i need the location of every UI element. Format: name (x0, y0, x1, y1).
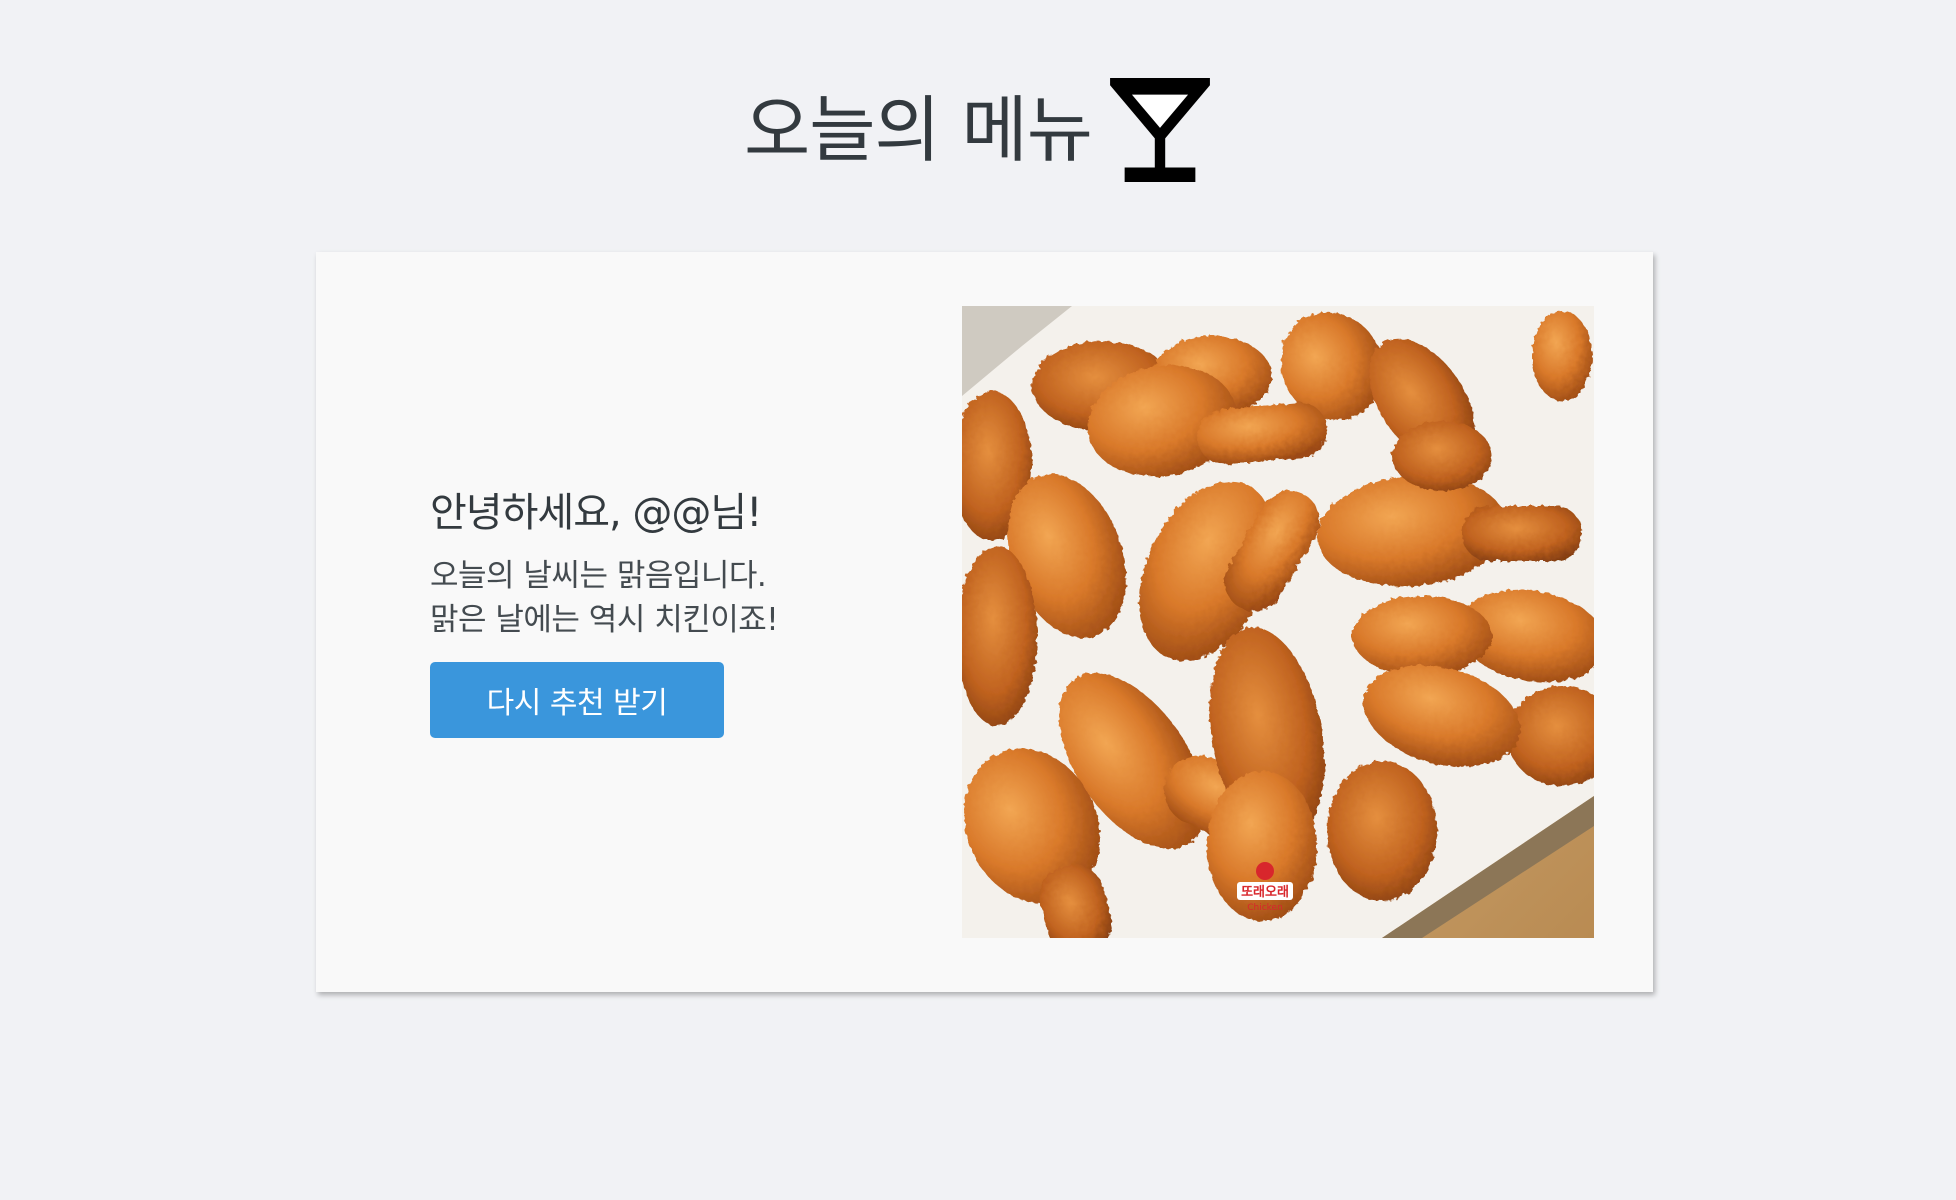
logo-subtext: Chicken (1247, 903, 1283, 913)
page-title: 오늘의 메뉴 (743, 88, 1093, 172)
recommendation-message: 맑은 날에는 역시 치킨이죠! (430, 602, 779, 638)
cocktail-glass-icon (1108, 78, 1212, 182)
greeting: 안녕하세요, @@님! (430, 490, 762, 536)
retry-recommendation-button[interactable]: 다시 추천 받기 (430, 662, 724, 738)
header: 오늘의 메뉴 (0, 78, 1956, 182)
logo-text: 또래오래 (1241, 885, 1289, 900)
food-image: 또래오래 Chicken (962, 306, 1594, 938)
recommendation-card: 안녕하세요, @@님! 오늘의 날씨는 맑음입니다. 맑은 날에는 역시 치킨이… (316, 252, 1653, 992)
header-inner: 오늘의 메뉴 (744, 78, 1212, 182)
weather-message: 오늘의 날씨는 맑음입니다. (430, 558, 767, 594)
card-text: 안녕하세요, @@님! 오늘의 날씨는 맑음입니다. 맑은 날에는 역시 치킨이… (430, 480, 950, 738)
